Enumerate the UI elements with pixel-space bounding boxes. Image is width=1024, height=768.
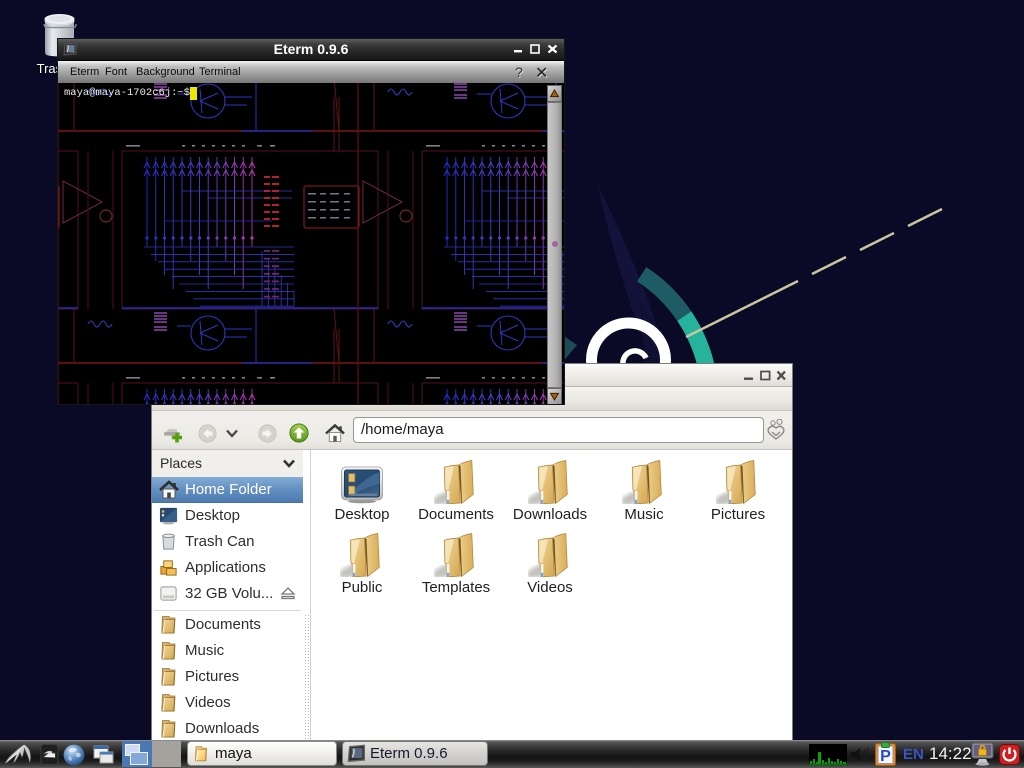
svg-text:P: P <box>880 748 891 765</box>
